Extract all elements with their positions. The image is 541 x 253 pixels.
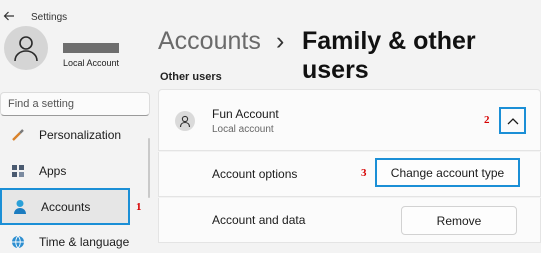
collapse-button[interactable] xyxy=(499,107,526,134)
chevron-up-icon xyxy=(507,117,518,124)
apps-icon xyxy=(4,164,32,178)
sidebar-scrollbar[interactable] xyxy=(148,138,150,198)
page-title: Family & other users xyxy=(302,27,476,84)
globe-clock-icon xyxy=(4,235,32,249)
person-silhouette-icon xyxy=(14,36,38,62)
step-1-label: 1 xyxy=(136,201,142,213)
sidebar-item-label: Accounts xyxy=(41,199,91,214)
user-avatar-icon xyxy=(175,111,195,131)
sidebar-item-accounts[interactable]: Accounts xyxy=(0,188,130,225)
step-2-label: 2 xyxy=(484,114,490,126)
section-title: Other users xyxy=(160,71,222,83)
breadcrumb-accounts[interactable]: Accounts xyxy=(158,27,261,56)
back-arrow-icon[interactable] xyxy=(2,9,16,23)
app-title: Settings xyxy=(31,12,68,23)
user-card[interactable]: Fun Account Local account 2 xyxy=(158,89,541,151)
sidebar-item-apps[interactable]: Apps xyxy=(0,155,130,187)
step-3-label: 3 xyxy=(361,167,367,179)
search-placeholder: Find a setting xyxy=(8,98,75,110)
account-options-label: Account options xyxy=(212,167,298,181)
sidebar-item-time-language[interactable]: Time & language xyxy=(0,226,130,253)
account-data-label: Account and data xyxy=(212,213,306,227)
user-name: Fun Account xyxy=(212,107,279,121)
profile-account-type: Local Account xyxy=(63,58,120,68)
remove-button[interactable]: Remove xyxy=(401,206,517,235)
sidebar-item-label: Apps xyxy=(39,164,67,178)
change-account-type-button[interactable]: Change account type xyxy=(375,158,520,187)
brush-icon xyxy=(4,128,32,142)
account-data-row: Account and data Remove xyxy=(158,198,541,243)
sidebar-item-label: Personalization xyxy=(39,128,122,142)
user-account-type: Local account xyxy=(212,124,274,135)
breadcrumb-separator: › xyxy=(276,27,285,55)
avatar[interactable] xyxy=(4,26,48,70)
account-options-row: Account options 3 Change account type xyxy=(158,152,541,197)
sidebar-item-personalization[interactable]: Personalization xyxy=(0,119,130,151)
sidebar-item-label: Time & language xyxy=(39,235,130,249)
person-icon xyxy=(6,199,34,215)
redacted-username xyxy=(63,43,119,53)
search-input[interactable]: Find a setting xyxy=(0,92,150,116)
